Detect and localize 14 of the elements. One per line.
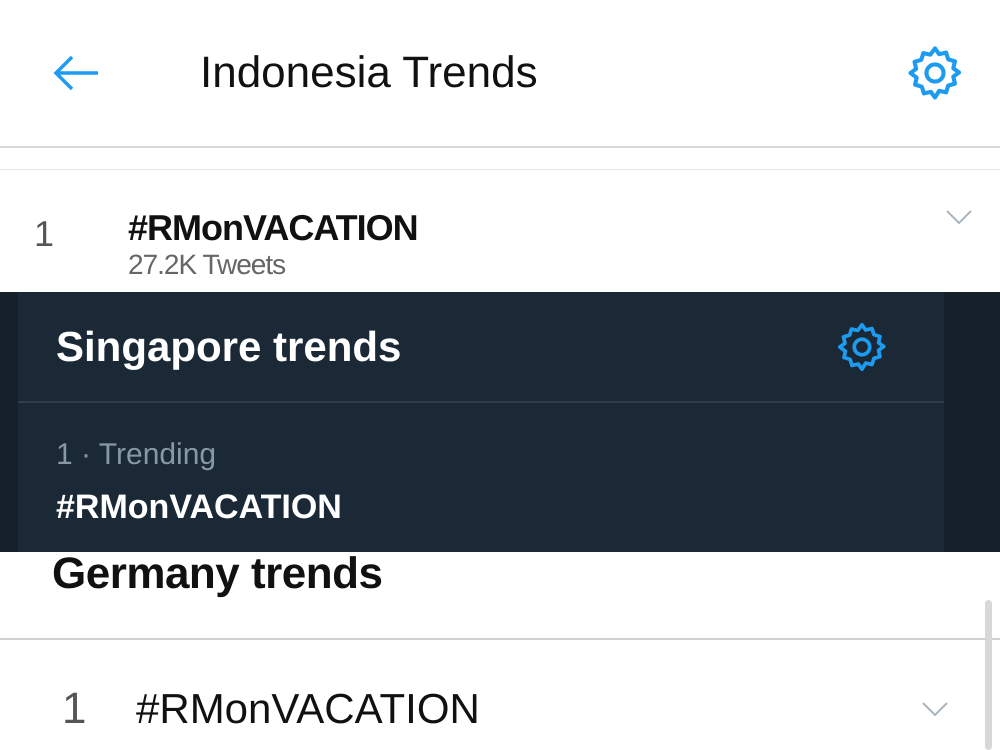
trend-hashtag[interactable]: #RMonVACATION [128, 208, 944, 248]
trend-hashtag[interactable]: #RMonVACATION [136, 684, 920, 734]
trend-rank: 1 [62, 684, 88, 734]
tweet-count: 27.2K Tweets [128, 250, 286, 280]
chevron-down-icon[interactable] [920, 700, 950, 718]
card-title: Singapore trends [56, 322, 402, 372]
back-arrow-icon[interactable] [52, 55, 100, 91]
scrollbar[interactable] [985, 600, 992, 750]
section-title: Germany trends [52, 552, 384, 596]
chevron-down-icon[interactable] [944, 208, 974, 226]
trend-rank: 1 · Trending [56, 437, 218, 473]
page-title: Indonesia Trends [200, 47, 539, 99]
trend-hashtag[interactable]: #RMonVACATION [56, 487, 944, 527]
trend-rank: 1 [34, 214, 56, 254]
